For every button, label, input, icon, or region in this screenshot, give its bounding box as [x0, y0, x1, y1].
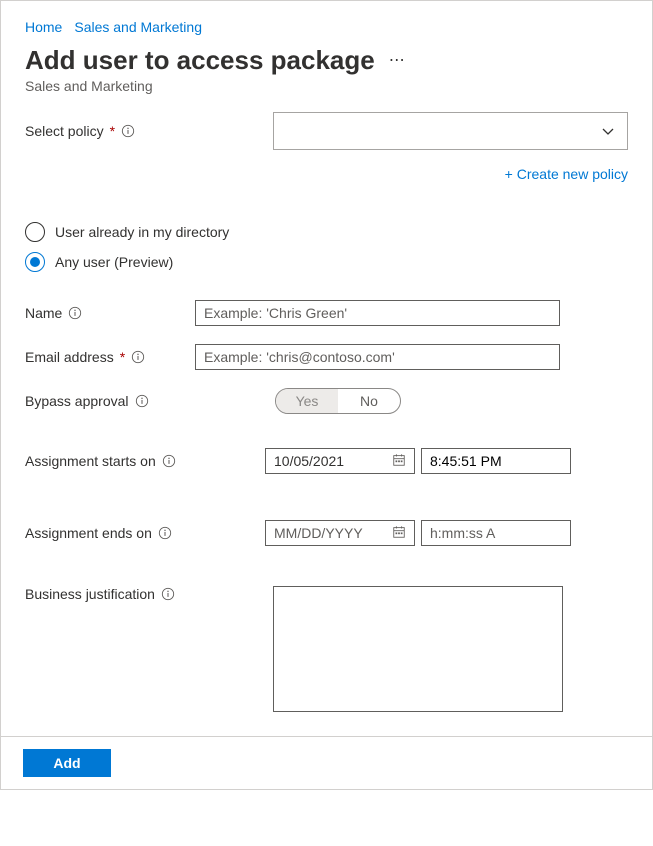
select-policy-dropdown[interactable] [273, 112, 628, 150]
end-time-input[interactable] [421, 520, 571, 546]
breadcrumb-sales-marketing[interactable]: Sales and Marketing [74, 19, 202, 35]
required-asterisk: * [120, 349, 125, 365]
name-input[interactable] [195, 300, 560, 326]
radio-icon [25, 222, 45, 242]
radio-label: User already in my directory [55, 224, 229, 240]
bypass-approval-label: Bypass approval [25, 393, 129, 409]
end-date-placeholder: MM/DD/YYYY [274, 525, 363, 541]
radio-icon-checked [25, 252, 45, 272]
user-type-radio-group: User already in my directory Any user (P… [25, 222, 628, 272]
breadcrumb: Home Sales and Marketing [25, 19, 628, 35]
bypass-approval-toggle[interactable]: Yes No [275, 388, 401, 414]
radio-any-user[interactable]: Any user (Preview) [25, 252, 628, 272]
radio-label: Any user (Preview) [55, 254, 173, 270]
toggle-yes[interactable]: Yes [276, 389, 338, 413]
select-policy-label: Select policy [25, 123, 104, 139]
info-icon[interactable] [131, 350, 145, 364]
footer: Add [1, 736, 652, 789]
info-icon[interactable] [135, 394, 149, 408]
start-date-picker[interactable]: 10/05/2021 [265, 448, 415, 474]
start-date-value: 10/05/2021 [274, 453, 344, 469]
add-button[interactable]: Add [23, 749, 111, 777]
toggle-no[interactable]: No [338, 389, 400, 413]
create-new-policy-link[interactable]: + Create new policy [505, 166, 628, 182]
calendar-icon [392, 525, 406, 542]
chevron-down-icon [601, 124, 615, 138]
required-asterisk: * [110, 123, 115, 139]
email-input[interactable] [195, 344, 560, 370]
calendar-icon [392, 453, 406, 470]
assignment-starts-label: Assignment starts on [25, 453, 156, 469]
radio-user-in-directory[interactable]: User already in my directory [25, 222, 628, 242]
assignment-ends-label: Assignment ends on [25, 525, 152, 541]
start-time-input[interactable] [421, 448, 571, 474]
business-justification-label: Business justification [25, 586, 155, 602]
more-actions-button[interactable]: ⋯ [389, 53, 405, 69]
page-subtitle: Sales and Marketing [25, 78, 628, 94]
email-label: Email address [25, 349, 114, 365]
end-date-picker[interactable]: MM/DD/YYYY [265, 520, 415, 546]
info-icon[interactable] [68, 306, 82, 320]
info-icon[interactable] [158, 526, 172, 540]
business-justification-textarea[interactable] [273, 586, 563, 712]
breadcrumb-home[interactable]: Home [25, 19, 62, 35]
info-icon[interactable] [121, 124, 135, 138]
page-title: Add user to access package [25, 45, 375, 76]
info-icon[interactable] [162, 454, 176, 468]
info-icon[interactable] [161, 587, 175, 601]
name-label: Name [25, 305, 62, 321]
